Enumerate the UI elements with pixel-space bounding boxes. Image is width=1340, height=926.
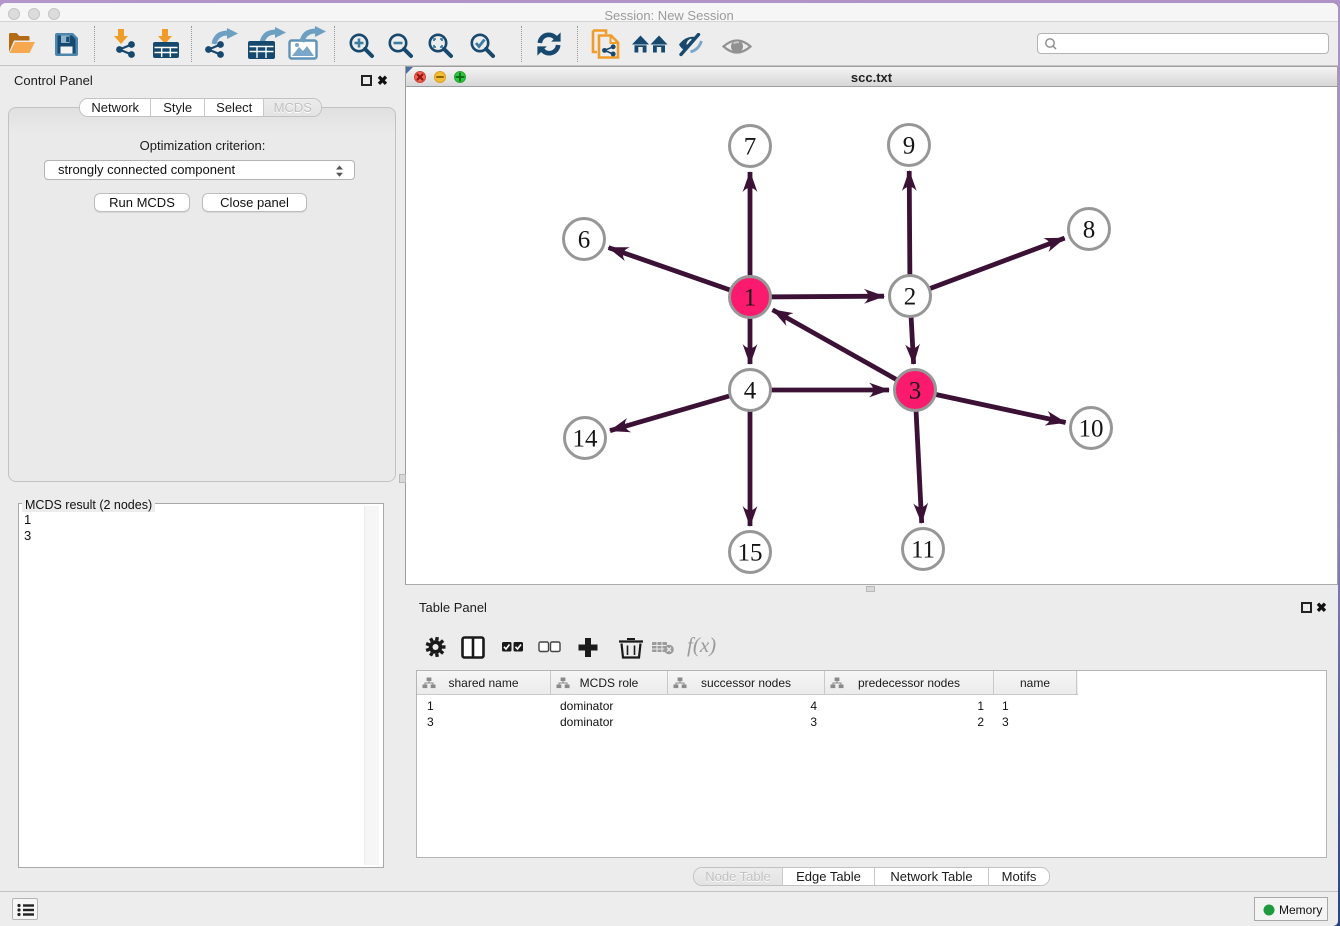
svg-text:15: 15 [738,540,763,567]
svg-text:11: 11 [911,537,935,564]
svg-text:8: 8 [1083,217,1096,244]
svg-text:14: 14 [573,426,599,453]
svg-text:6: 6 [578,227,591,254]
svg-text:3: 3 [909,378,922,405]
svg-text:2: 2 [904,284,917,311]
svg-text:7: 7 [744,134,757,161]
svg-text:4: 4 [744,378,757,405]
svg-text:1: 1 [744,285,757,312]
svg-text:9: 9 [903,133,916,160]
svg-text:10: 10 [1079,416,1104,443]
